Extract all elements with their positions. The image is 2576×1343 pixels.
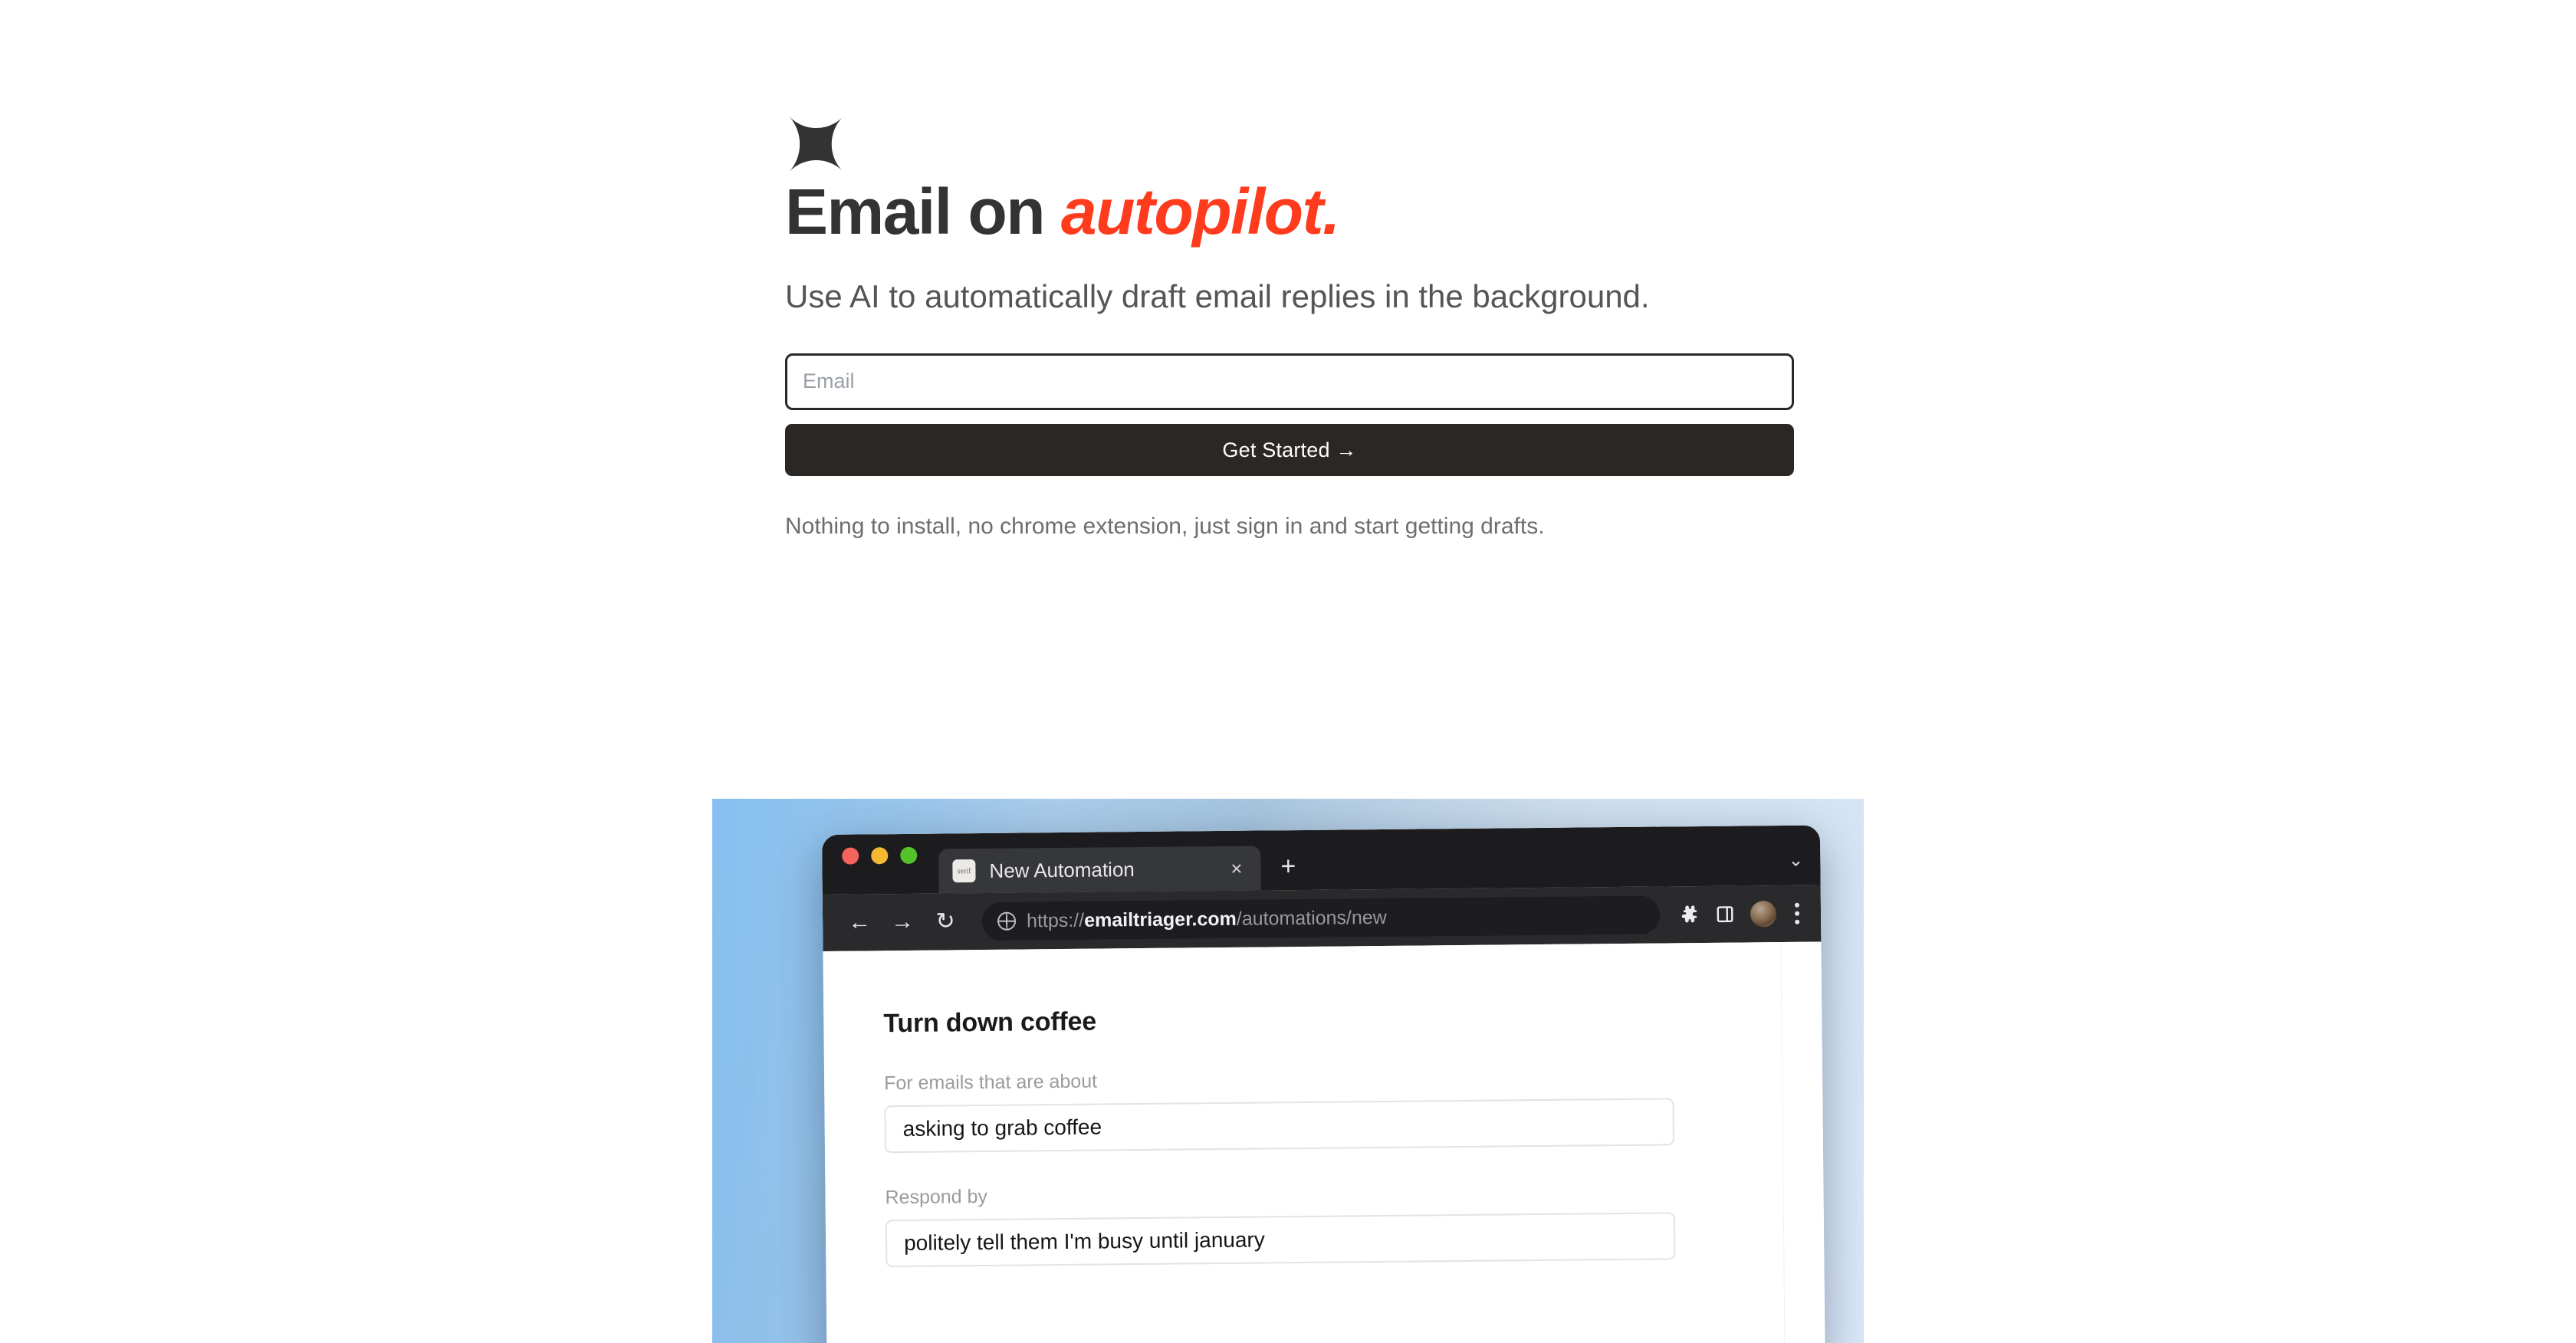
hero-subheadline: Use AI to automatically draft email repl… bbox=[785, 278, 1650, 314]
reload-icon[interactable]: ↻ bbox=[927, 903, 964, 940]
headline-plain: Email on bbox=[785, 176, 1061, 248]
side-panel-icon[interactable] bbox=[1715, 905, 1735, 924]
close-window-icon[interactable] bbox=[842, 847, 859, 865]
url-path: /automations/new bbox=[1236, 906, 1387, 930]
field-label-response: Respond by bbox=[885, 1185, 988, 1209]
chevron-down-icon[interactable]: ⌄ bbox=[1788, 849, 1803, 872]
globe-icon bbox=[997, 911, 1017, 931]
window-controls bbox=[842, 834, 918, 895]
url-scheme: https:// bbox=[1026, 909, 1085, 931]
field-input-topic[interactable]: asking to grab coffee bbox=[884, 1098, 1674, 1154]
tab-close-icon[interactable]: × bbox=[1224, 857, 1248, 880]
minimize-window-icon[interactable] bbox=[871, 847, 889, 865]
tab-favicon-icon: serif bbox=[952, 859, 976, 883]
toolbar-icon-group bbox=[1678, 901, 1807, 928]
hero-fineprint: Nothing to install, no chrome extension,… bbox=[785, 513, 1545, 539]
field-input-response[interactable]: politely tell them I'm busy until januar… bbox=[885, 1212, 1676, 1268]
field-label-topic: For emails that are about bbox=[883, 1070, 1098, 1095]
avatar[interactable] bbox=[1750, 901, 1777, 928]
automation-page: Turn down coffee For emails that are abo… bbox=[823, 941, 1825, 1343]
landing-page: Email on autopilot. Use AI to automatica… bbox=[0, 0, 2576, 1343]
address-bar[interactable]: https://emailtriager.com/automations/new bbox=[981, 895, 1661, 941]
url-host: emailtriager.com bbox=[1083, 908, 1237, 931]
product-screenshot-showcase: serif New Automation × + ⌄ ← → ↻ https:/… bbox=[712, 799, 1864, 1343]
tab-title: New Automation bbox=[989, 857, 1135, 882]
panel-divider bbox=[1780, 941, 1786, 1343]
browser-window-mockup: serif New Automation × + ⌄ ← → ↻ https:/… bbox=[822, 825, 1825, 1343]
email-input[interactable] bbox=[785, 353, 1794, 410]
get-started-button[interactable]: Get Started → bbox=[785, 423, 1794, 476]
maximize-window-icon[interactable] bbox=[900, 846, 918, 865]
hero-section: Email on autopilot. Use AI to automatica… bbox=[785, 0, 1797, 540]
signup-form: Get Started → bbox=[785, 317, 1794, 476]
address-bar-url: https://emailtriager.com/automations/new bbox=[1027, 906, 1387, 932]
browser-tab-strip: serif New Automation × + ⌄ bbox=[822, 825, 1821, 895]
headline-accent: autopilot. bbox=[1060, 176, 1340, 248]
kebab-menu-icon[interactable] bbox=[1792, 902, 1802, 924]
browser-tab[interactable]: serif New Automation × bbox=[938, 846, 1261, 894]
brand-logo[interactable] bbox=[785, 0, 1797, 172]
back-icon[interactable]: ← bbox=[841, 904, 878, 941]
puzzle-piece-icon[interactable] bbox=[1678, 904, 1700, 925]
browser-toolbar: ← → ↻ https://emailtriager.com/automatio… bbox=[822, 885, 1822, 951]
new-tab-button[interactable]: + bbox=[1280, 852, 1296, 881]
forward-icon[interactable]: → bbox=[884, 904, 921, 941]
page-title: Email on autopilot. bbox=[785, 113, 1797, 244]
